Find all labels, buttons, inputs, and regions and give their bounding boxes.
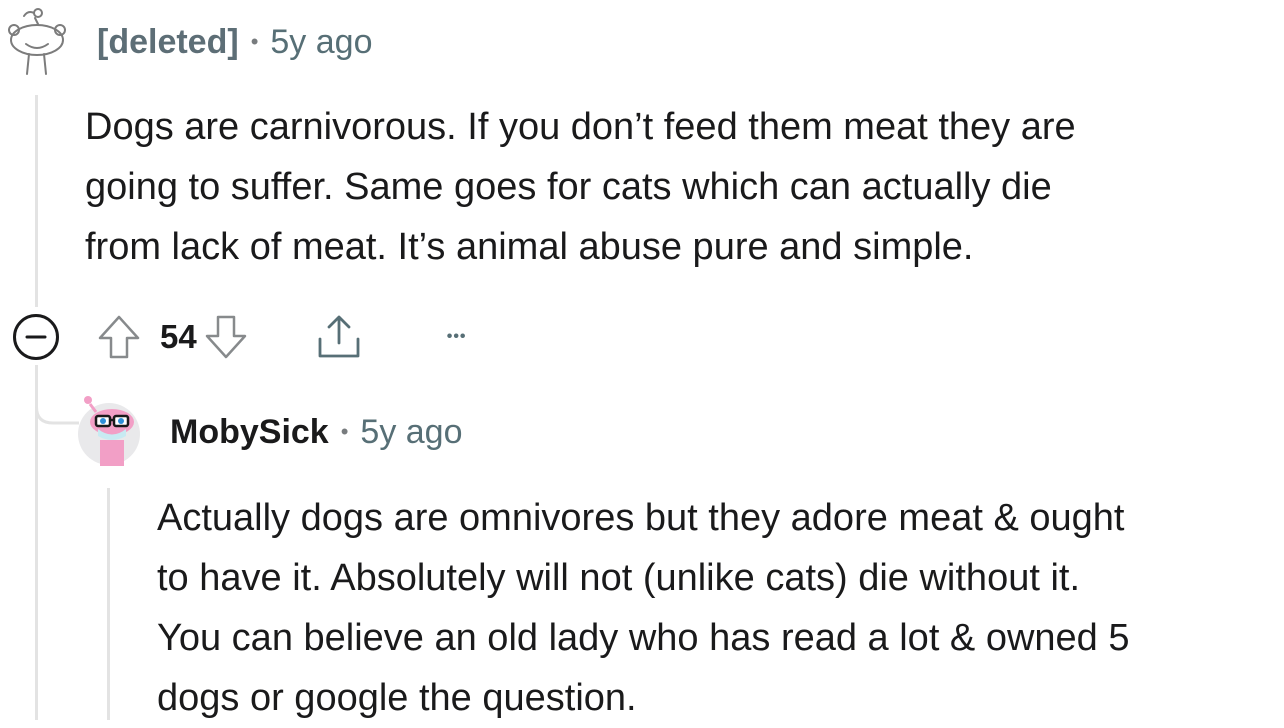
comment-1-actions: 54 ••• bbox=[12, 313, 467, 361]
comment-2-meta: MobySick • 5y ago bbox=[170, 410, 463, 454]
meta-separator: • bbox=[250, 29, 259, 54]
collapse-button[interactable] bbox=[12, 313, 60, 361]
comment-1-meta: [deleted] • 5y ago bbox=[97, 20, 372, 64]
upvote-button[interactable] bbox=[96, 313, 142, 361]
comment-2-author[interactable]: MobySick bbox=[170, 413, 329, 452]
more-options-button[interactable]: ••• bbox=[447, 328, 467, 346]
comment-2-body-line: Actually dogs are omnivores but they ado… bbox=[157, 497, 1125, 539]
downvote-arrow-icon bbox=[205, 315, 246, 359]
thread-line-root[interactable] bbox=[35, 95, 38, 307]
comment-2-age[interactable]: 5y ago bbox=[360, 413, 462, 452]
comment-1-body-line: from lack of meat. It’s animal abuse pur… bbox=[85, 226, 974, 268]
comment-1-body-line: Dogs are carnivorous. If you don’t feed … bbox=[85, 106, 1076, 148]
comment-1-body: Dogs are carnivorous. If you don’t feed … bbox=[85, 97, 1076, 277]
comment-1-age[interactable]: 5y ago bbox=[270, 23, 372, 62]
share-button[interactable] bbox=[315, 313, 363, 361]
upvote-arrow-icon bbox=[98, 315, 140, 359]
comment-2-body-line: dogs or google the question. bbox=[157, 677, 637, 719]
snoo-avatar-icon bbox=[8, 8, 66, 75]
comment-2-body-line: You can believe an old lady who has read… bbox=[157, 617, 1130, 659]
comment-2-body: Actually dogs are omnivores but they ado… bbox=[157, 488, 1130, 728]
share-icon bbox=[318, 315, 360, 358]
comment-2-body-line: to have it. Absolutely will not (unlike … bbox=[157, 557, 1081, 599]
snoo-pink-avatar-icon bbox=[78, 396, 140, 466]
thread-line-reply[interactable] bbox=[107, 488, 110, 720]
avatar-mobysick[interactable] bbox=[76, 396, 142, 466]
downvote-button[interactable] bbox=[203, 313, 249, 361]
avatar-deleted[interactable] bbox=[4, 6, 68, 76]
collapse-minus-icon bbox=[13, 314, 59, 360]
comment-1-author[interactable]: [deleted] bbox=[97, 23, 239, 62]
comment-1-body-line: going to suffer. Same goes for cats whic… bbox=[85, 166, 1052, 208]
vote-score: 54 bbox=[160, 318, 197, 355]
meta-separator: • bbox=[340, 419, 349, 444]
